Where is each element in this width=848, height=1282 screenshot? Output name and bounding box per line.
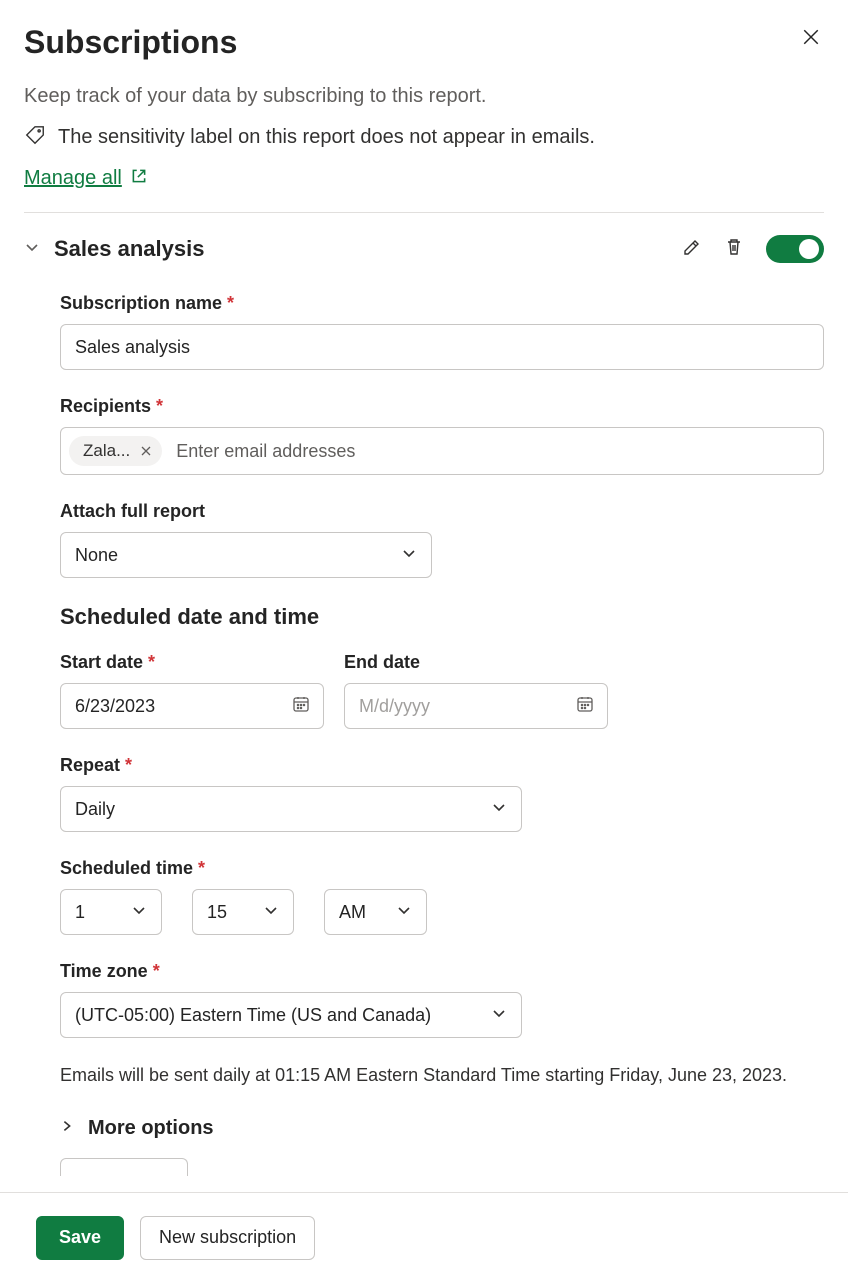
close-icon bbox=[802, 28, 820, 46]
timezone-select[interactable]: (UTC-05:00) Eastern Time (US and Canada) bbox=[60, 992, 522, 1038]
recipients-input[interactable]: Zala... bbox=[60, 427, 824, 475]
partial-element bbox=[60, 1158, 188, 1176]
manage-all-text: Manage all bbox=[24, 167, 122, 190]
sensitivity-label: The sensitivity label on this report doe… bbox=[58, 126, 595, 149]
subscription-name-label: Subscription name * bbox=[60, 293, 824, 314]
ampm-select[interactable]: AM bbox=[324, 889, 427, 935]
save-button[interactable]: Save bbox=[36, 1216, 124, 1260]
close-button[interactable] bbox=[798, 24, 824, 55]
external-link-icon bbox=[130, 167, 148, 190]
chevron-down-icon bbox=[396, 902, 412, 923]
hour-select[interactable]: 1 bbox=[60, 889, 162, 935]
start-date-input[interactable]: 6/23/2023 bbox=[60, 683, 324, 729]
recipients-label: Recipients * bbox=[60, 396, 824, 417]
timezone-label: Time zone * bbox=[60, 961, 824, 982]
chevron-right-icon bbox=[60, 1119, 74, 1138]
page-subtitle: Keep track of your data by subscribing t… bbox=[24, 85, 824, 108]
footer: Save New subscription bbox=[0, 1192, 848, 1282]
chevron-down-icon bbox=[491, 799, 507, 820]
end-date-placeholder: M/d/yyyy bbox=[359, 696, 430, 717]
chevron-down-icon bbox=[263, 902, 279, 923]
ampm-value: AM bbox=[339, 902, 366, 923]
page-title: Subscriptions bbox=[24, 24, 237, 61]
recipient-chip: Zala... bbox=[69, 436, 162, 466]
tag-icon bbox=[24, 124, 46, 151]
hour-value: 1 bbox=[75, 902, 85, 923]
scheduled-time-label: Scheduled time * bbox=[60, 858, 824, 879]
subscription-title: Sales analysis bbox=[54, 236, 204, 262]
attach-label: Attach full report bbox=[60, 501, 824, 522]
schedule-info-text: Emails will be sent daily at 01:15 AM Ea… bbox=[60, 1062, 824, 1089]
end-date-input[interactable]: M/d/yyyy bbox=[344, 683, 608, 729]
more-options-toggle[interactable]: More options bbox=[60, 1117, 824, 1140]
close-icon bbox=[140, 445, 152, 457]
start-date-value: 6/23/2023 bbox=[75, 696, 155, 717]
repeat-select-value: Daily bbox=[75, 799, 115, 820]
recipient-chip-remove[interactable] bbox=[140, 445, 152, 457]
delete-button[interactable] bbox=[724, 237, 744, 262]
start-date-label: Start date * bbox=[60, 652, 324, 673]
timezone-value: (UTC-05:00) Eastern Time (US and Canada) bbox=[75, 1005, 431, 1026]
divider bbox=[24, 212, 824, 213]
schedule-section-title: Scheduled date and time bbox=[60, 604, 824, 630]
attach-select-value: None bbox=[75, 545, 118, 566]
calendar-icon bbox=[575, 694, 595, 719]
manage-all-link[interactable]: Manage all bbox=[24, 167, 148, 190]
minute-value: 15 bbox=[207, 902, 227, 923]
calendar-icon bbox=[291, 694, 311, 719]
attach-select[interactable]: None bbox=[60, 532, 432, 578]
toggle-knob bbox=[799, 239, 819, 259]
collapse-toggle[interactable] bbox=[24, 239, 40, 260]
edit-button[interactable] bbox=[682, 237, 702, 262]
more-options-label: More options bbox=[88, 1117, 214, 1140]
enabled-toggle[interactable] bbox=[766, 235, 824, 263]
end-date-label: End date bbox=[344, 652, 608, 673]
pencil-icon bbox=[682, 237, 702, 257]
recipients-email-input[interactable] bbox=[170, 441, 815, 462]
subscription-name-input[interactable] bbox=[60, 324, 824, 370]
chevron-down-icon bbox=[491, 1005, 507, 1026]
repeat-label: Repeat * bbox=[60, 755, 824, 776]
chevron-down-icon bbox=[24, 239, 40, 255]
repeat-select[interactable]: Daily bbox=[60, 786, 522, 832]
chevron-down-icon bbox=[131, 902, 147, 923]
chevron-down-icon bbox=[401, 545, 417, 566]
trash-icon bbox=[724, 237, 744, 257]
recipient-chip-text: Zala... bbox=[83, 441, 130, 461]
new-subscription-button[interactable]: New subscription bbox=[140, 1216, 315, 1260]
minute-select[interactable]: 15 bbox=[192, 889, 294, 935]
